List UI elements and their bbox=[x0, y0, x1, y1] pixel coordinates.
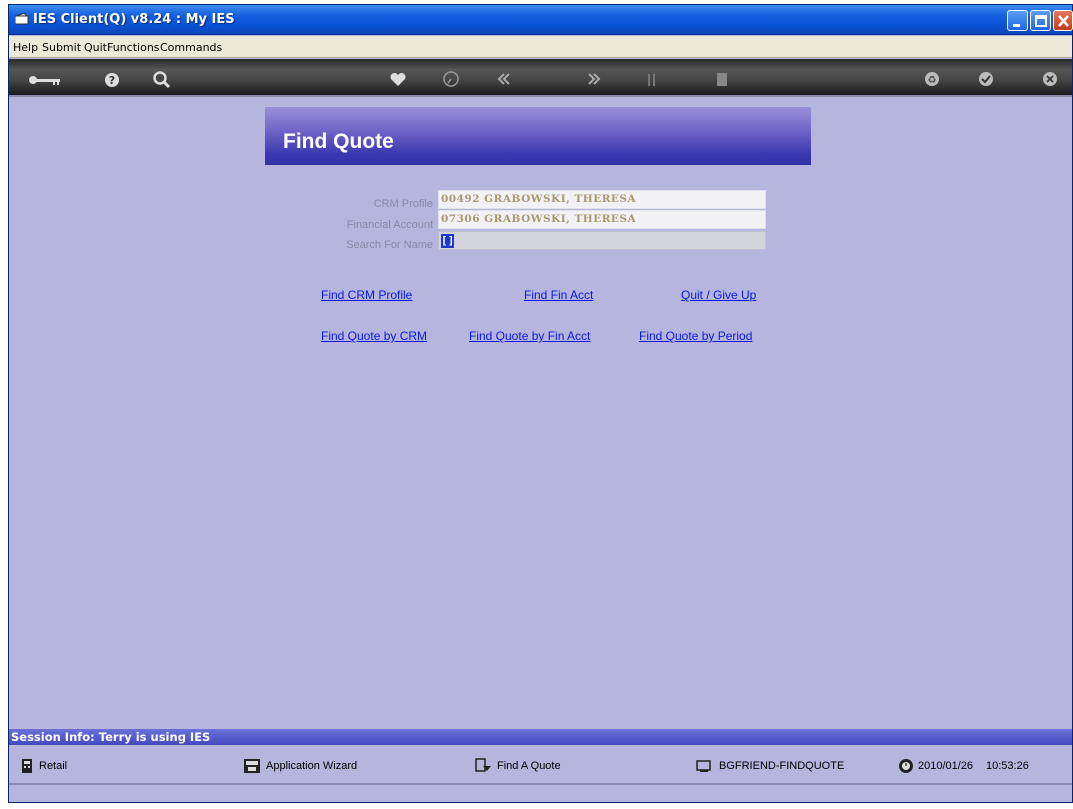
key-icon[interactable] bbox=[27, 68, 65, 90]
menu-bar: Help Submit Quit Functions Commands bbox=[9, 36, 1072, 58]
menu-commands[interactable]: Commands bbox=[160, 41, 222, 54]
date-label: 2010/01/26 bbox=[918, 760, 974, 772]
search-for-name-input[interactable]: [] bbox=[438, 231, 766, 250]
crm-profile-value: 00492 GRABOWSKI, THERESA bbox=[441, 193, 637, 205]
find-a-quote-label: Find A Quote bbox=[497, 760, 561, 772]
forward-icon[interactable] bbox=[583, 68, 605, 90]
find-crm-profile-link[interactable]: Find CRM Profile bbox=[321, 288, 412, 302]
time-label: 10:53:26 bbox=[986, 760, 1029, 772]
app-window: IES Client(Q) v8.24 : My IES Help Submit… bbox=[8, 4, 1073, 803]
crm-profile-field[interactable]: 00492 GRABOWSKI, THERESA bbox=[438, 190, 766, 209]
maximize-button[interactable] bbox=[1030, 10, 1051, 31]
find-quote-icon bbox=[475, 758, 491, 772]
heart-icon[interactable] bbox=[387, 68, 409, 90]
crm-profile-label: CRM Profile bbox=[373, 198, 433, 210]
page-icon[interactable] bbox=[711, 68, 733, 90]
application-wizard-label: Application Wizard bbox=[266, 760, 358, 772]
financial-account-field[interactable]: 07306 GRABOWSKI, THERESA bbox=[438, 210, 766, 229]
menu-help[interactable]: Help bbox=[13, 41, 38, 54]
menu-quit[interactable]: Quit bbox=[84, 41, 107, 54]
back-icon[interactable] bbox=[493, 68, 515, 90]
financial-account-label: Financial Account bbox=[346, 219, 433, 231]
find-quote-by-period-link[interactable]: Find Quote by Period bbox=[639, 329, 752, 343]
app-icon bbox=[14, 12, 29, 25]
status-bar: Retail Application Wizard Find A Quote B… bbox=[9, 745, 1072, 785]
clock-icon[interactable] bbox=[440, 68, 462, 90]
recycle-icon[interactable]: ♻ bbox=[921, 68, 943, 90]
page-title: Find Quote bbox=[283, 130, 394, 153]
window-title: IES Client(Q) v8.24 : My IES bbox=[33, 12, 235, 27]
page-header: Find Quote bbox=[265, 107, 811, 165]
retail-label: Retail bbox=[39, 760, 68, 772]
screen-icon bbox=[696, 760, 711, 772]
menu-functions[interactable]: Functions bbox=[107, 41, 160, 54]
screen-name-label: BGFRIEND-FINDQUOTE bbox=[719, 760, 845, 772]
menu-submit[interactable]: Submit bbox=[42, 41, 81, 54]
minimize-button[interactable] bbox=[1007, 10, 1028, 31]
find-quote-by-fin-acct-link[interactable]: Find Quote by Fin Acct bbox=[469, 329, 590, 343]
check-icon[interactable] bbox=[975, 68, 997, 90]
find-fin-acct-link[interactable]: Find Fin Acct bbox=[524, 288, 593, 302]
help-icon[interactable]: ? bbox=[101, 68, 123, 90]
svg-text:♻: ♻ bbox=[928, 75, 937, 86]
wizard-icon bbox=[244, 759, 260, 773]
title-bar[interactable]: IES Client(Q) v8.24 : My IES bbox=[9, 5, 1073, 35]
search-icon[interactable] bbox=[150, 68, 172, 90]
text-cursor: [] bbox=[441, 234, 455, 248]
close-icon[interactable] bbox=[1039, 68, 1061, 90]
find-quote-by-crm-link[interactable]: Find Quote by CRM bbox=[321, 329, 427, 343]
session-info-text: Session Info: Terry is using IES bbox=[11, 730, 211, 744]
clock-status-icon bbox=[899, 759, 913, 773]
search-for-name-label: Search For Name bbox=[346, 239, 433, 251]
retail-icon bbox=[22, 759, 32, 773]
sort-icon[interactable] bbox=[641, 68, 663, 90]
financial-account-value: 07306 GRABOWSKI, THERESA bbox=[441, 213, 637, 225]
toolbar: ? ♻ bbox=[9, 59, 1072, 97]
svg-text:?: ? bbox=[109, 74, 115, 87]
quit-give-up-link[interactable]: Quit / Give Up bbox=[681, 288, 756, 302]
close-button[interactable] bbox=[1053, 10, 1073, 31]
session-info-bar: Session Info: Terry is using IES bbox=[9, 729, 1072, 745]
